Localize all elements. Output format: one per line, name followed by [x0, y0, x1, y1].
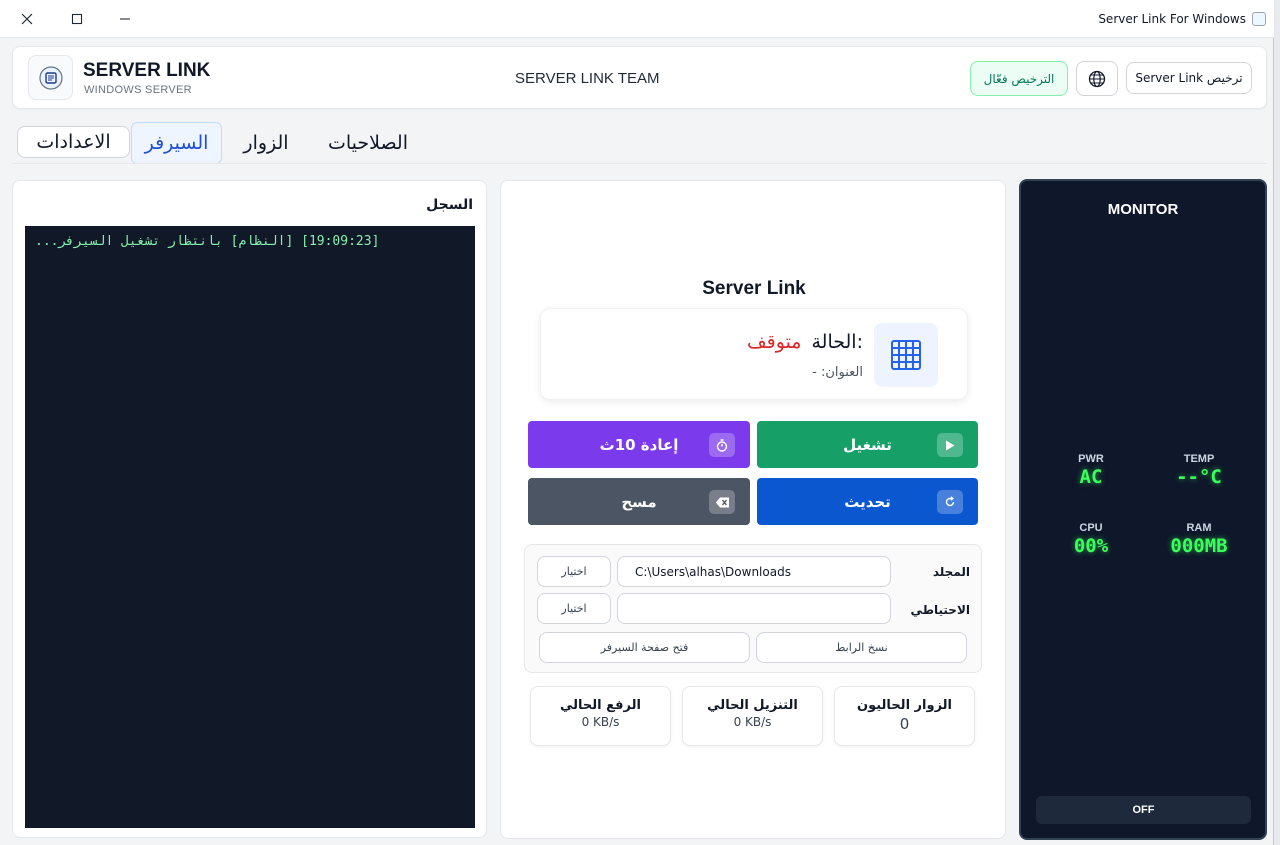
backup-label: الاحتياطي [910, 603, 970, 617]
close-window-button[interactable] [2, 0, 52, 38]
tab-settings[interactable]: الاعدادات [17, 126, 130, 158]
backup-path-input[interactable] [617, 593, 891, 624]
log-console[interactable]: [19:09:23] [النظام] بانتظار تشغيل السيرف… [25, 226, 475, 828]
refresh-icon [937, 490, 963, 514]
folder-path-input[interactable]: C:\Users\alhas\Downloads [617, 556, 891, 587]
tab-visitors[interactable]: الزوار [232, 122, 300, 164]
log-panel: السجل [19:09:23] [النظام] بانتظار تشغيل … [12, 180, 487, 838]
maximize-icon [71, 13, 83, 25]
pwr-readout: PWR AC [1051, 453, 1131, 488]
ram-value: 000MB [1170, 535, 1228, 557]
address-text: - :العنوان [812, 365, 863, 380]
tab-server[interactable]: السيرفر [131, 122, 222, 164]
server-title: Server Link [702, 278, 806, 299]
logo-icon [38, 65, 63, 90]
copy-link-button[interactable]: نسخ الرابط [756, 632, 967, 663]
temp-label: TEMP [1183, 453, 1215, 465]
folder-choose-button[interactable]: اختيار [537, 556, 611, 587]
license-button[interactable]: Server Link ترخيص [1126, 62, 1252, 94]
backspace-icon [709, 490, 735, 514]
app-header: SERVER LINK WINDOWS SERVER SERVER LINK T… [12, 46, 1267, 109]
log-line: [19:09:23] [النظام] بانتظار تشغيل السيرف… [35, 234, 380, 249]
download-value: 0 KB/s [733, 715, 772, 729]
upload-stat-card: الرفع الحالي 0 KB/s [530, 686, 671, 746]
visitors-label: الزوار الحاليون [857, 698, 952, 713]
monitor-panel: MONITOR PWR AC TEMP --°C CPU 00% RAM 000… [1019, 179, 1267, 840]
upload-value: 0 KB/s [581, 715, 620, 729]
open-server-page-button[interactable]: فتح صفحة السيرفر [539, 632, 750, 663]
brand-title: SERVER LINK [83, 60, 211, 81]
app-window: Server Link For Windows SERVER LINK WIND… [0, 0, 1274, 845]
timer-icon [709, 433, 735, 457]
backup-choose-button[interactable]: اختيار [537, 593, 611, 624]
pwr-label: PWR [1078, 453, 1104, 465]
tabs-divider [12, 163, 1267, 164]
download-stat-card: التنزيل الحالي 0 KB/s [682, 686, 823, 746]
title-bar: Server Link For Windows [0, 0, 1274, 38]
temp-value: --°C [1176, 466, 1222, 488]
log-title: السجل [426, 197, 473, 213]
team-name: SERVER LINK TEAM [515, 70, 660, 87]
maximize-window-button[interactable] [52, 0, 102, 38]
close-icon [21, 13, 33, 25]
status-value: متوقف [747, 331, 802, 353]
restart-button[interactable]: إعادة 10ث [528, 421, 750, 468]
visitors-value: 0 [899, 715, 910, 733]
logo [28, 55, 73, 100]
refresh-button[interactable]: تحديث [757, 478, 978, 525]
minimize-window-button[interactable] [100, 0, 150, 38]
temp-readout: TEMP --°C [1159, 453, 1239, 488]
status-card: متوقف الحالة: - :العنوان [540, 308, 968, 400]
pwr-value: AC [1079, 466, 1103, 488]
ram-label: RAM [1186, 522, 1212, 534]
restart-label: إعادة 10ث [599, 435, 679, 454]
start-label: تشغيل [843, 435, 892, 454]
clear-button[interactable]: مسح [528, 478, 750, 525]
monitor-toggle-button[interactable]: OFF [1036, 796, 1251, 824]
server-grid-icon [891, 340, 921, 370]
folder-label: المجلد [932, 565, 970, 579]
window-title: Server Link For Windows [1098, 12, 1246, 26]
monitor-title: MONITOR [1107, 201, 1179, 218]
clear-label: مسح [621, 492, 657, 511]
status-line: متوقف الحالة: [747, 331, 863, 353]
refresh-label: تحديث [844, 492, 891, 511]
minimize-icon [120, 18, 130, 20]
tab-permissions[interactable]: الصلاحيات [315, 122, 421, 164]
app-icon [1252, 12, 1266, 26]
upload-label: الرفع الحالي [560, 698, 641, 713]
background-strip [1274, 0, 1280, 845]
cpu-value: 00% [1073, 535, 1109, 557]
start-button[interactable]: تشغيل [757, 421, 978, 468]
cpu-readout: CPU 00% [1051, 522, 1131, 557]
ram-readout: RAM 000MB [1159, 522, 1239, 557]
globe-icon [1088, 70, 1106, 87]
status-label: الحالة: [811, 331, 863, 353]
download-label: التنزيل الحالي [707, 698, 798, 713]
status-icon-box [874, 323, 938, 387]
play-icon [937, 433, 963, 457]
language-button[interactable] [1076, 61, 1118, 96]
brand-subtitle: WINDOWS SERVER [84, 84, 192, 96]
cpu-label: CPU [1079, 522, 1103, 534]
visitors-stat-card: الزوار الحاليون 0 [834, 686, 975, 746]
paths-card: المجلد C:\Users\alhas\Downloads اختيار ا… [524, 544, 982, 673]
license-status-badge[interactable]: الترخيص فعّال [970, 61, 1068, 96]
